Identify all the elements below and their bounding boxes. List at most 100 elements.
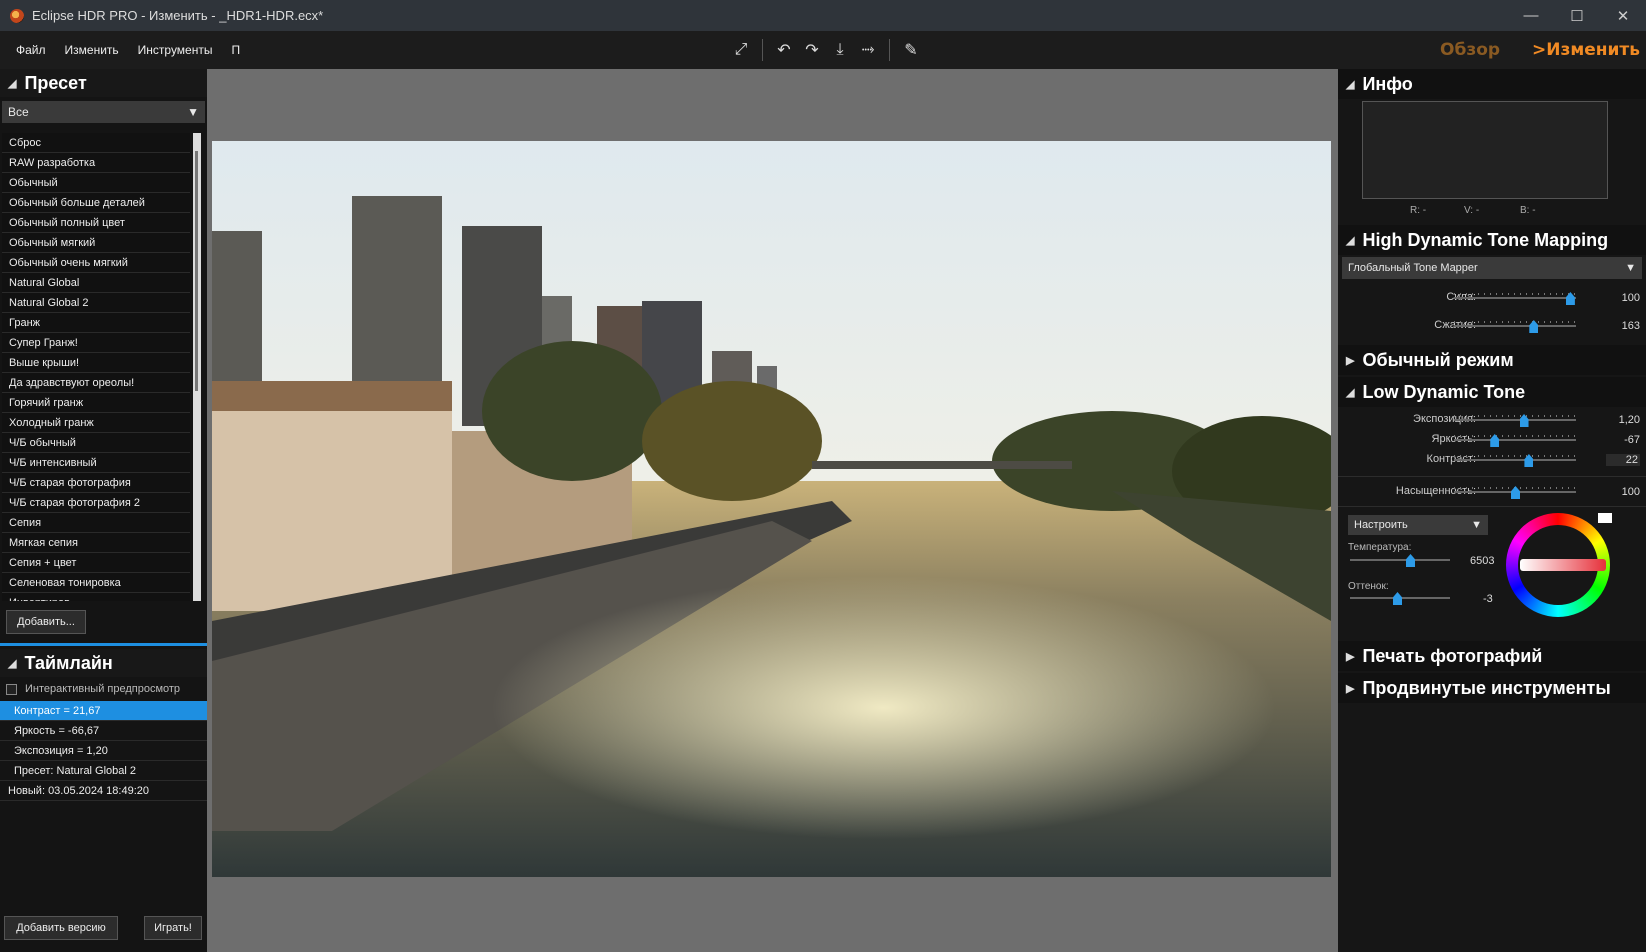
slider-ticks [1454, 293, 1576, 295]
interactive-preview-label: Интерактивный предпросмотр [25, 683, 181, 695]
preset-list: Сброс RAW разработка Обычный Обычный бол… [2, 133, 190, 601]
preset-item[interactable]: Сепия + цвет [2, 553, 190, 573]
white-swatch[interactable] [1598, 513, 1612, 523]
timeline-item[interactable]: Экспозиция = 1,20 [0, 741, 207, 761]
right-panel: ◢ Инфо R: - V: - B: - ◢ High Dynamic Tone … [1338, 69, 1646, 952]
preset-item[interactable]: RAW разработка [2, 153, 190, 173]
preset-item[interactable]: Natural Global 2 [2, 293, 190, 313]
preset-item[interactable]: Ч/Б обычный [2, 433, 190, 453]
info-b: B: - [1520, 205, 1536, 216]
tone-mapper-select[interactable]: Глобальный Tone Mapper ▼ [1342, 257, 1642, 279]
temperature-label: Температура: [1348, 542, 1412, 553]
eyedropper-icon[interactable]: ✎ [900, 39, 922, 61]
add-preset-button[interactable]: Добавить... [6, 610, 86, 634]
preset-item[interactable]: Мягкая сепия [2, 533, 190, 553]
window-title: Eclipse HDR PRO - Изменить - _HDR1-HDR.e… [32, 8, 324, 23]
menu-file[interactable]: Файл [16, 43, 46, 57]
title-bar: Eclipse HDR PRO - Изменить - _HDR1-HDR.e… [0, 0, 1646, 31]
ldt-header[interactable]: ◢ Low Dynamic Tone [1338, 377, 1646, 407]
slider-track [1454, 325, 1576, 327]
saturation-slider[interactable]: Насыщенность: 100 [1338, 477, 1646, 507]
brightness-slider[interactable]: Яркость: -67 [1338, 429, 1646, 449]
overview-mode-button[interactable]: Обзор [1440, 31, 1500, 69]
contrast-slider[interactable]: Контраст: 22 [1338, 449, 1646, 477]
preset-filter-select[interactable]: Все ▼ [2, 101, 205, 123]
preset-item[interactable]: Ч/Б старая фотография [2, 473, 190, 493]
tint-knob[interactable] [1393, 592, 1402, 605]
exposure-value: 1,20 [1618, 414, 1640, 426]
flip-vertical-icon[interactable]: ⤓ [829, 39, 851, 61]
fit-screen-icon[interactable]: ⤢ [730, 39, 752, 61]
hdtm-header[interactable]: ◢ High Dynamic Tone Mapping [1338, 225, 1646, 255]
preset-item[interactable]: Сброс [2, 133, 190, 153]
preset-scrollbar[interactable] [193, 133, 201, 601]
preset-item[interactable]: Сепия [2, 513, 190, 533]
play-button[interactable]: Играть! [144, 916, 202, 940]
info-header[interactable]: ◢ Инфо [1338, 69, 1646, 99]
add-version-button[interactable]: Добавить версию [4, 916, 118, 940]
normal-mode-title: Обычный режим [1362, 349, 1514, 370]
strength-slider[interactable]: Сила: 100 [1338, 287, 1646, 315]
preset-item[interactable]: Обычный очень мягкий [2, 253, 190, 273]
timeline-item[interactable]: Новый: 03.05.2024 18:49:20 [0, 781, 207, 801]
hdtm-title: High Dynamic Tone Mapping [1362, 229, 1609, 250]
toolbar-separator [889, 39, 890, 61]
tone-mapper-value: Глобальный Tone Mapper [1348, 262, 1478, 274]
exposure-slider[interactable]: Экспозиция: 1,20 [1338, 409, 1646, 429]
adjust-select[interactable]: Настроить ▼ [1348, 515, 1488, 535]
timeline-header[interactable]: ◢ Таймлайн [0, 649, 207, 677]
close-button[interactable]: ✕ [1600, 0, 1646, 31]
preset-item[interactable]: Выше крыши! [2, 353, 190, 373]
panel-divider [0, 643, 207, 646]
preset-title: Пресет [24, 72, 87, 93]
timeline-item[interactable]: Яркость = -66,67 [0, 721, 207, 741]
preset-item[interactable]: Инвертиров... [2, 593, 190, 601]
timeline-item[interactable]: Контраст = 21,67 [0, 701, 207, 721]
scrollbar-thumb[interactable] [195, 151, 198, 391]
image-canvas[interactable] [207, 69, 1338, 952]
slider-track [1454, 419, 1576, 421]
dropdown-arrow-icon: ▼ [1625, 262, 1636, 274]
preset-item[interactable]: Обычный [2, 173, 190, 193]
slider-ticks [1454, 321, 1576, 323]
preset-item[interactable]: Обычный мягкий [2, 233, 190, 253]
preset-item[interactable]: Обычный больше деталей [2, 193, 190, 213]
preset-item[interactable]: Супер Гранж! [2, 333, 190, 353]
left-panel: ◢ Пресет Все ▼ Сброс RAW разработка Обычны… [0, 69, 207, 952]
color-wheel[interactable] [1506, 513, 1610, 617]
preset-item[interactable]: Да здравствуют ореолы! [2, 373, 190, 393]
contrast-value[interactable]: 22 [1606, 454, 1640, 466]
preset-item[interactable]: Холодный гранж [2, 413, 190, 433]
menu-tools[interactable]: Инструменты [138, 43, 213, 57]
preset-item[interactable]: Обычный полный цвет [2, 213, 190, 233]
timeline-item[interactable]: Пресет: Natural Global 2 [0, 761, 207, 781]
print-header[interactable]: ▶ Печать фотографий [1338, 641, 1646, 671]
preset-item[interactable]: Горячий гранж [2, 393, 190, 413]
edit-mode-button[interactable]: >Изменить [1532, 31, 1640, 69]
compression-slider[interactable]: Сжатие: 163 [1338, 315, 1646, 345]
menu-more[interactable]: П [231, 43, 240, 57]
expand-triangle-icon: ▶ [1346, 650, 1355, 663]
advanced-header[interactable]: ▶ Продвинутые инструменты [1338, 673, 1646, 703]
preset-item[interactable]: Natural Global [2, 273, 190, 293]
rotate-left-icon[interactable]: ↶ [773, 39, 795, 61]
flip-horizontal-icon[interactable]: ⤑ [857, 39, 879, 61]
interactive-preview-checkbox[interactable] [6, 683, 17, 695]
menu-edit[interactable]: Изменить [65, 43, 119, 57]
preset-filter-value: Все [8, 105, 29, 119]
temperature-knob[interactable] [1406, 554, 1415, 567]
compression-value: 163 [1621, 320, 1640, 332]
collapse-triangle-icon: ◢ [1346, 78, 1355, 91]
preset-header[interactable]: ◢ Пресет [0, 69, 207, 97]
temperature-value: 6503 [1470, 555, 1495, 567]
preset-item[interactable]: Селеновая тонировка [2, 573, 190, 593]
rotate-right-icon[interactable]: ↷ [801, 39, 823, 61]
normal-mode-header[interactable]: ▶ Обычный режим [1338, 345, 1646, 375]
minimize-button[interactable]: — [1508, 0, 1554, 31]
preset-item[interactable]: Ч/Б интенсивный [2, 453, 190, 473]
preset-item[interactable]: Ч/Б старая фотография 2 [2, 493, 190, 513]
preset-item[interactable]: Гранж [2, 313, 190, 333]
slider-ticks [1454, 435, 1576, 437]
expand-triangle-icon: ▶ [1346, 354, 1355, 367]
maximize-button[interactable]: ☐ [1554, 0, 1600, 31]
